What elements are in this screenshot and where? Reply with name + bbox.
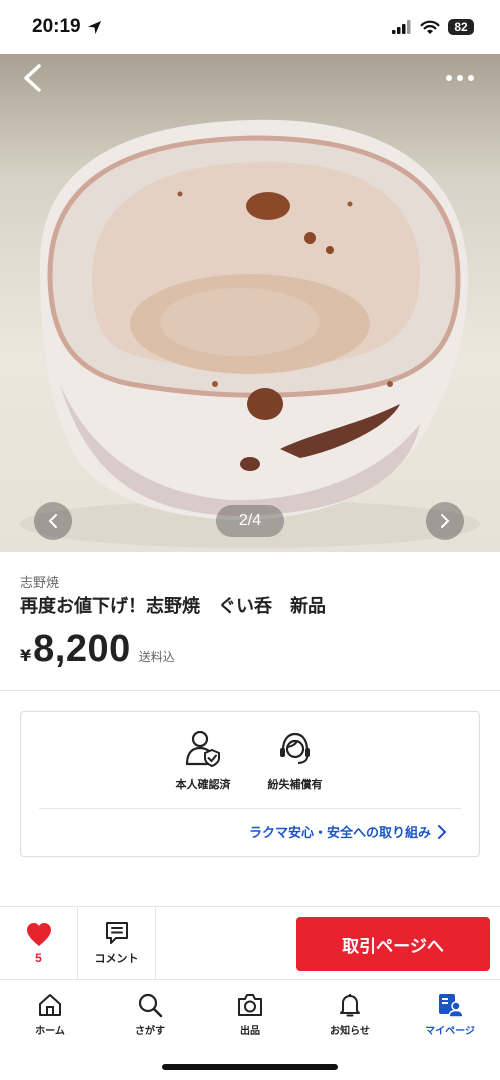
home-indicator — [162, 1064, 338, 1070]
previous-photo-button[interactable] — [34, 502, 72, 540]
like-count: 5 — [35, 950, 42, 965]
profile-icon — [439, 993, 464, 1018]
status-time: 20:19 — [32, 16, 102, 38]
feature-identity-verified: 本人確認済 — [163, 728, 243, 792]
signal-icon — [392, 20, 411, 34]
chevron-right-icon — [441, 514, 450, 528]
status-time-text: 20:19 — [32, 16, 81, 37]
feature-loss-compensation: 紛失補償有 — [255, 728, 335, 792]
comment-label: コメント — [94, 952, 139, 965]
safety-info-link[interactable]: ラクマ安心・安全への取り組み — [249, 822, 447, 841]
currency-symbol: ¥ — [20, 646, 32, 665]
feature-label: 本人確認済 — [175, 778, 231, 791]
price-row: ¥ 8,200 送料込 — [20, 628, 175, 671]
status-bar: 20:19 82 — [0, 0, 500, 54]
battery-indicator: 82 — [448, 19, 474, 35]
tab-home[interactable]: ホーム — [0, 980, 100, 1044]
more-options-button[interactable] — [440, 60, 480, 96]
tab-mypage[interactable]: マイページ — [400, 980, 500, 1044]
safety-card: 本人確認済 紛失補償有 ラクマ安心・安全への取り組み — [20, 711, 480, 857]
tab-label: マイページ — [425, 1025, 475, 1037]
chevron-left-icon — [48, 514, 57, 528]
search-icon — [138, 993, 163, 1017]
tab-bar: ホーム さがす 出品 お知らせ マイページ — [0, 980, 500, 1044]
support-headset-icon — [280, 732, 310, 764]
section-divider — [0, 690, 500, 691]
bell-icon — [340, 993, 360, 1016]
home-icon — [39, 993, 61, 1016]
chevron-left-icon — [24, 64, 41, 92]
comment-button[interactable]: コメント — [78, 907, 156, 979]
safety-link-label: ラクマ安心・安全への取り組み — [248, 826, 431, 841]
tab-notifications[interactable]: お知らせ — [300, 980, 400, 1044]
product-price: 8,200 — [33, 628, 131, 670]
product-brand[interactable]: 志野焼 — [20, 572, 59, 591]
verified-person-icon — [185, 730, 220, 768]
tab-search[interactable]: さがす — [100, 980, 200, 1044]
heart-icon — [26, 922, 51, 946]
product-photo[interactable] — [0, 54, 500, 552]
like-button[interactable]: 5 — [0, 907, 78, 979]
product-image-cup — [20, 119, 480, 548]
shipping-label: 送料込 — [138, 650, 175, 664]
more-dots-icon — [446, 75, 474, 81]
next-photo-button[interactable] — [426, 502, 464, 540]
tab-label: お知らせ — [330, 1025, 370, 1037]
tab-sell[interactable]: 出品 — [200, 980, 300, 1044]
status-indicators: 82 — [392, 19, 474, 35]
tab-label: さがす — [135, 1025, 165, 1037]
back-button[interactable] — [12, 58, 52, 98]
photo-page-indicator: 2/4 — [216, 505, 284, 537]
tab-label: 出品 — [240, 1025, 260, 1037]
card-divider — [39, 808, 461, 809]
camera-icon — [238, 993, 262, 1016]
product-title: 再度お値下げ！志野焼 ぐい呑 新品 — [20, 596, 326, 617]
location-arrow-icon — [87, 20, 101, 34]
comment-icon — [105, 922, 128, 944]
feature-label: 紛失補償有 — [267, 778, 323, 791]
tab-label: ホーム — [35, 1025, 65, 1037]
chevron-right-icon — [438, 824, 447, 839]
transaction-page-button[interactable]: 取引ページへ — [296, 917, 490, 971]
wifi-icon — [420, 20, 440, 34]
action-bar: 5 コメント 取引ページへ — [0, 906, 500, 980]
